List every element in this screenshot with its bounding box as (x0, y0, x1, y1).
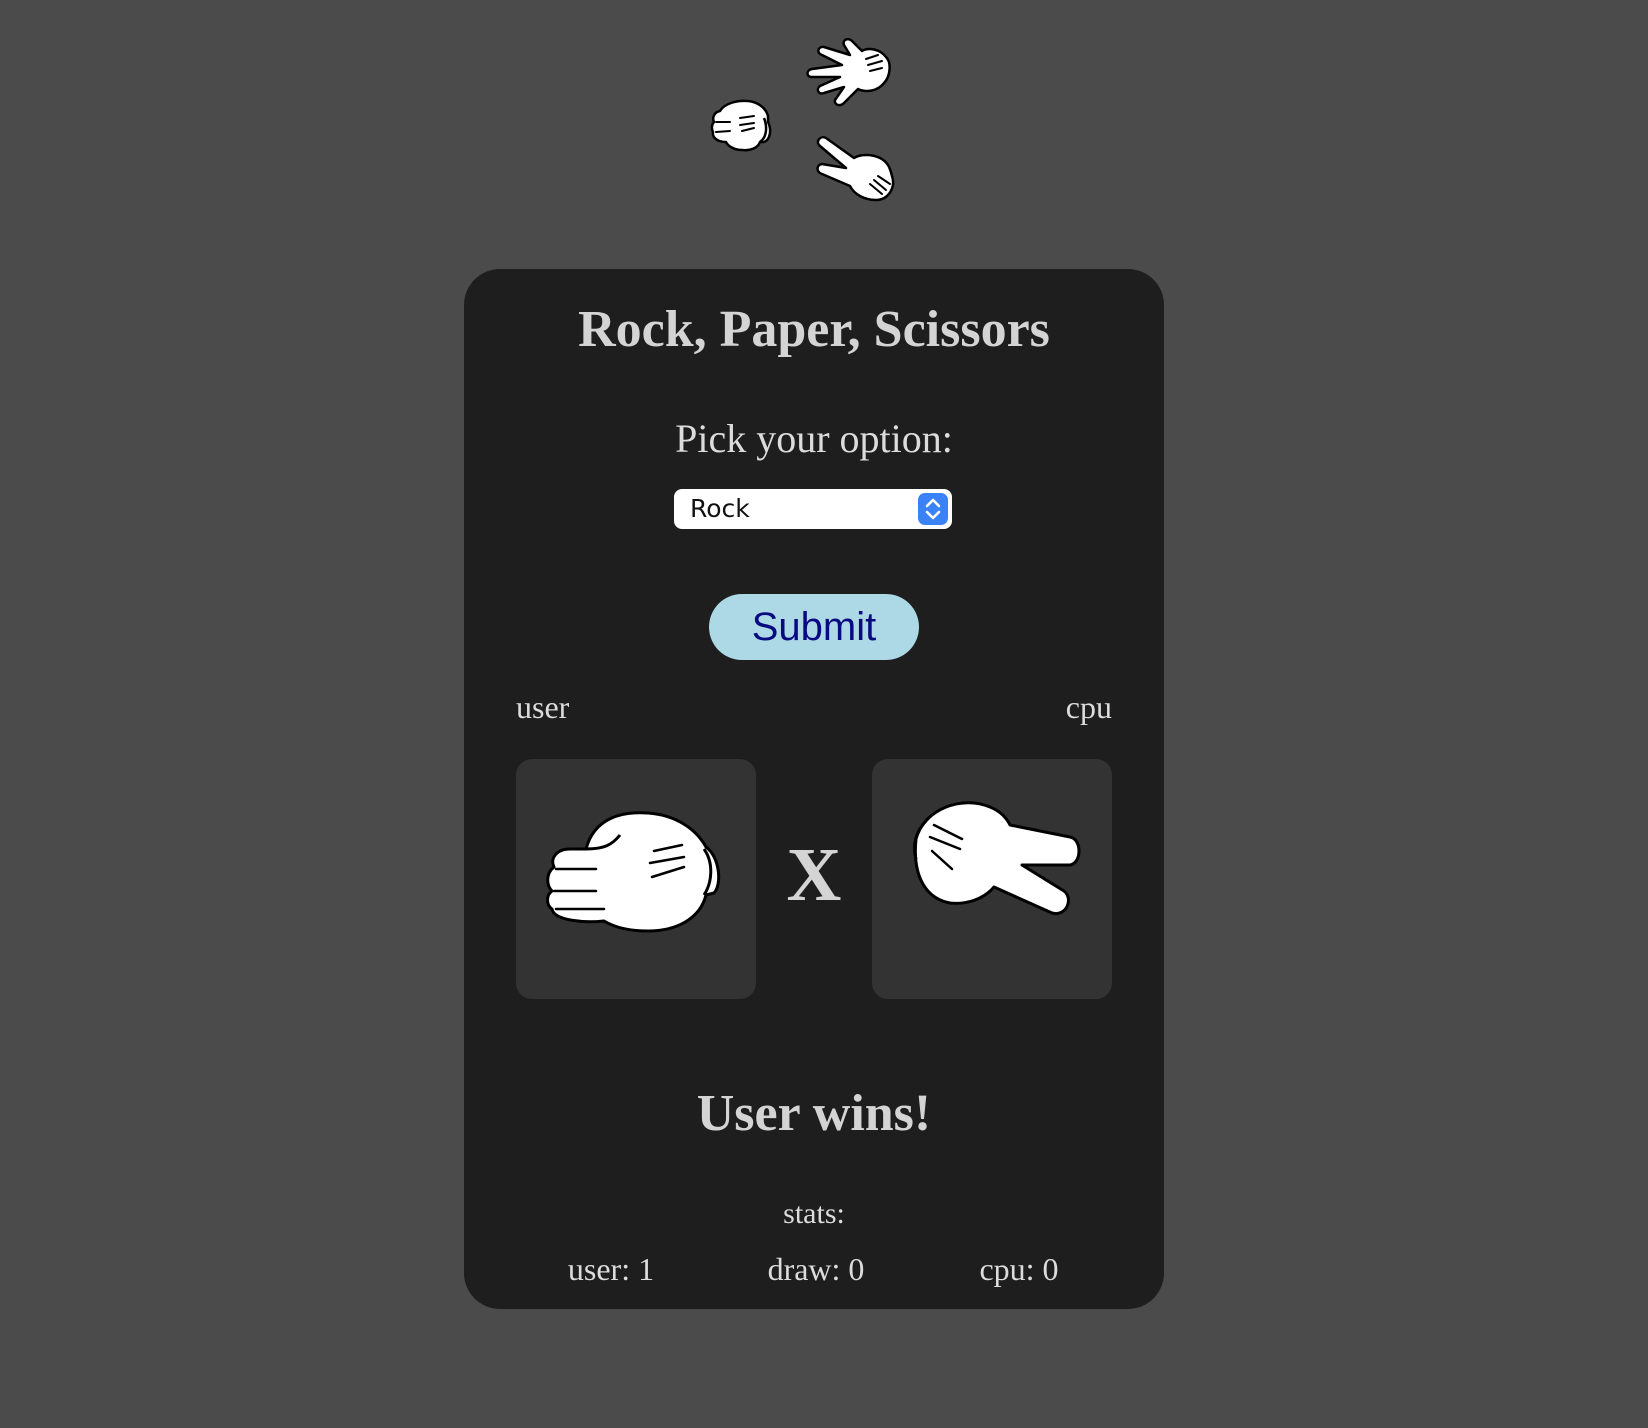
user-choice-box (516, 759, 756, 999)
option-select[interactable]: Rock (674, 489, 952, 529)
scissors-hand-icon (912, 801, 1081, 916)
pick-option-label: Pick your option: (675, 416, 953, 461)
stats-label: stats: (783, 1197, 845, 1230)
user-label: user (516, 689, 570, 725)
submit-button[interactable]: Submit (709, 594, 919, 660)
logo-hands (700, 30, 910, 210)
chevron-up-down-icon (918, 493, 948, 525)
rock-hand-icon (710, 99, 772, 152)
game-card: Rock, Paper, Scissors Pick your option: … (464, 269, 1164, 1309)
option-select-value: Rock (690, 494, 750, 523)
stat-cpu: cpu: 0 (979, 1251, 1059, 1287)
page-title: Rock, Paper, Scissors (578, 301, 1050, 358)
versus-mark: X (786, 833, 842, 917)
scissors-hand-icon (816, 136, 895, 202)
result-message: User wins! (696, 1085, 932, 1142)
rock-hand-icon (546, 811, 721, 933)
stat-draw: draw: 0 (767, 1251, 865, 1287)
stat-user: user: 1 (567, 1251, 655, 1287)
paper-hand-icon (806, 37, 891, 107)
cpu-choice-box (872, 759, 1112, 999)
cpu-label: cpu (1065, 689, 1112, 725)
